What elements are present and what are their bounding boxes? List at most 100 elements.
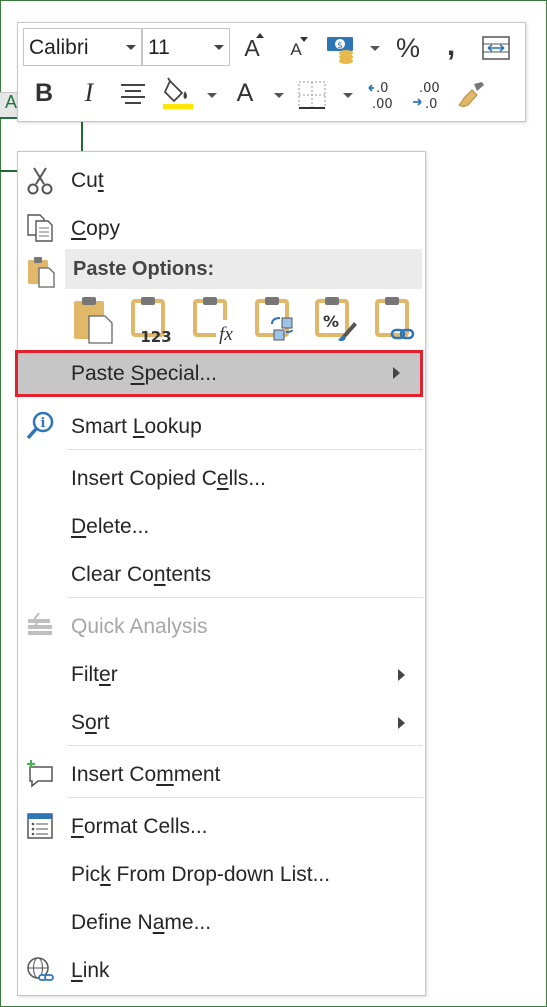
chevron-down-icon[interactable] [343,93,353,98]
fill-color-button[interactable] [160,75,196,111]
menu-item-label: Define Name... [71,911,212,934]
scissors-icon [27,167,53,195]
paste-pct-badge: % [323,312,339,331]
decrease-font-size-button[interactable]: A [284,35,308,65]
menu-item-label: Smart Lookup [71,415,202,438]
paste-values-badge: 123 [140,328,171,344]
menu-item-delete[interactable]: Delete... [18,503,425,549]
paint-bucket-icon [163,77,193,109]
borders-button[interactable] [297,80,327,110]
increase-font-size-button[interactable]: A [238,31,266,65]
context-menu: Cut Copy Paste Options: 123 fx % Paste S… [15,151,426,996]
decrease-decimal-button[interactable]: .00 .0 [410,77,446,113]
menu-item-insert-comment[interactable]: Insert Comment [18,751,425,797]
menu-item-pick-from-list[interactable]: Pick From Drop-down List... [18,851,425,897]
comma-label: , [446,29,456,62]
chevron-down-icon[interactable] [207,93,217,98]
menu-item-label: Sort [71,711,110,734]
paste-values-icon[interactable]: 123 [130,296,176,344]
submenu-arrow-icon [398,717,405,729]
bold-button[interactable]: B [28,75,60,111]
menu-item-quick-analysis: Quick Analysis [18,603,425,649]
menu-item-smart-lookup[interactable]: i Smart Lookup [18,403,425,449]
center-align-button[interactable] [118,81,148,107]
menu-item-clear-contents[interactable]: Clear Contents [18,551,425,597]
decrease-font-size-label: A [290,40,302,59]
format-painter-button[interactable] [455,79,487,111]
menu-item-define-name[interactable]: Define Name... [18,899,425,945]
format-painter-icon [458,82,484,107]
paste-formatting-icon[interactable]: % [314,296,360,344]
money-icon: $ [327,37,353,64]
comma-style-button[interactable]: , [440,29,462,63]
menu-item-filter[interactable]: Filter [18,651,425,697]
menu-item-link[interactable]: Link [18,947,425,993]
chevron-down-icon[interactable] [126,45,136,50]
font-name-value: Calibri [29,36,89,59]
selected-cell-border [81,118,83,154]
format-cells-icon [27,813,53,839]
paste-formula-badge: fx [219,324,233,344]
menu-item-label: Copy [71,217,121,240]
column-header-letter: A [5,92,18,112]
increase-decimal-top: .0 [376,81,388,96]
comment-icon [27,760,53,788]
menu-item-label: Delete... [71,515,150,538]
menu-item-label: Insert Copied Cells... [71,467,266,490]
increase-decimal-bottom: .00 [372,97,393,112]
increase-decimal-icon: .0 .00 [368,81,393,112]
decrease-decimal-bottom: .0 [425,97,437,112]
menu-item-label: Insert Comment [71,763,221,786]
menu-item-copy[interactable]: Copy [18,205,425,251]
percent-style-button[interactable]: % [391,31,425,65]
italic-button[interactable]: I [74,75,104,111]
increase-decimal-button[interactable]: .0 .00 [365,77,401,113]
menu-separator [67,797,423,798]
paste-default-icon[interactable] [71,296,117,344]
triangle-down-icon [300,37,308,42]
paste-transpose-icon[interactable] [254,296,300,344]
chevron-down-icon[interactable] [214,45,224,50]
quick-analysis-icon [28,612,52,635]
menu-item-label: Pick From Drop-down List... [71,863,331,886]
font-color-button[interactable]: A [230,75,260,111]
paste-options-header: Paste Options: [65,249,422,289]
menu-separator [67,597,423,598]
menu-item-label: Format Cells... [71,815,208,838]
menu-item-format-cells[interactable]: Format Cells... [18,803,425,849]
paste-link-icon[interactable] [374,296,420,344]
borders-icon [298,81,326,109]
menu-separator [67,745,423,746]
merge-cells-icon [482,36,510,60]
svg-text:i: i [41,416,46,431]
menu-item-label: Clear Contents [71,563,212,586]
menu-item-insert-copied-cells[interactable]: Insert Copied Cells... [18,455,425,501]
increase-font-size-label: A [244,34,260,61]
font-color-label: A [236,78,254,107]
copy-icon [27,214,53,242]
menu-item-paste-special[interactable]: Paste Special... [15,350,423,397]
chevron-down-icon[interactable] [274,93,284,98]
bold-label: B [34,78,54,107]
italic-label: I [84,78,94,107]
menu-item-label: Quick Analysis [71,615,208,638]
smart-lookup-icon: i [26,411,54,440]
menu-separator [67,449,423,450]
wrap-text-button[interactable] [481,35,511,61]
align-center-icon [121,84,145,104]
menu-item-cut[interactable]: Cut [18,157,425,203]
chevron-down-icon[interactable] [370,46,380,51]
menu-item-label: Filter [71,663,118,686]
font-name-combo[interactable]: Calibri [23,28,142,66]
svg-text:$: $ [337,41,343,51]
percent-label: % [395,32,420,63]
accounting-format-button[interactable]: $ [324,33,358,65]
triangle-up-icon [256,33,264,38]
paste-formulas-icon[interactable]: fx [192,296,238,344]
link-globe-icon [27,957,54,981]
decrease-decimal-top: .00 [419,81,440,96]
menu-item-sort[interactable]: Sort [18,699,425,745]
menu-item-label: Paste Special... [71,362,217,385]
font-size-combo[interactable]: 11 [142,28,230,66]
submenu-arrow-icon [393,367,400,379]
